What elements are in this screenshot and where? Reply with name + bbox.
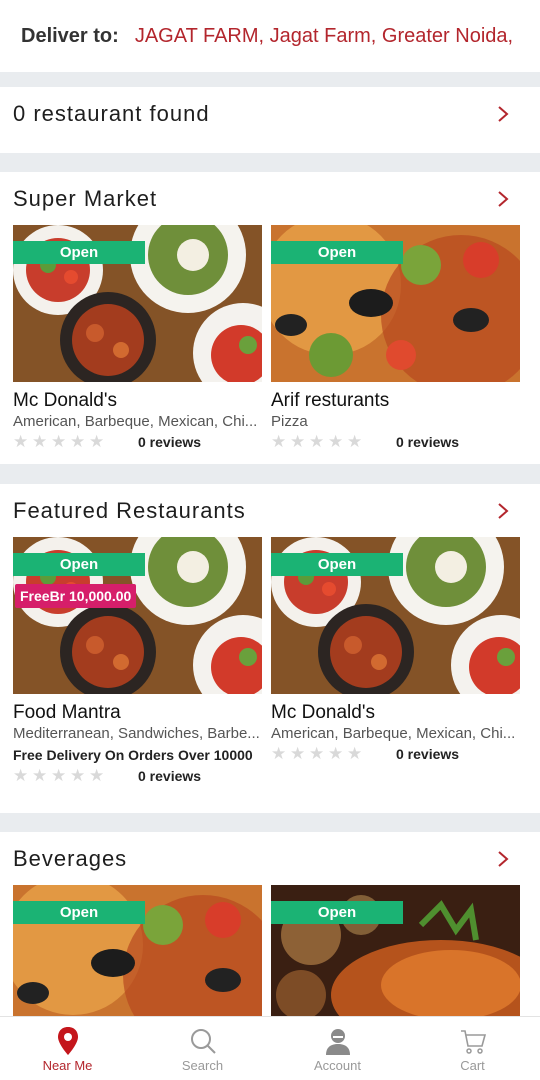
rating-row: ★ ★ ★ ★ ★ 0 reviews [13,767,262,785]
open-badge: Open [13,553,145,576]
section-title: Beverages [13,846,128,871]
restaurant-card[interactable]: Open [13,885,262,1016]
nav-account[interactable]: Account [270,1017,405,1080]
star-icon: ★ [51,766,67,785]
restaurant-image: Open FreeBr 10,000.00 [13,537,262,694]
restaurant-cuisine: Mediterranean, Sandwiches, Barbe... [13,725,260,742]
open-badge: Open [13,901,145,924]
section-featured-restaurants: Featured Restaurants Open FreeBr 10,000.… [0,484,540,813]
review-count: 0 reviews [138,768,202,784]
restaurant-image: Open [271,885,520,1016]
star-icon: ★ [309,744,325,763]
review-count: 0 reviews [396,434,460,450]
star-icon: ★ [32,432,48,451]
star-icon: ★ [328,432,344,451]
star-icon: ★ [32,766,48,785]
restaurant-image: Open [271,537,520,694]
review-count: 0 reviews [138,434,202,450]
nav-label: Near Me [42,1058,93,1073]
restaurant-name: Arif resturants [271,390,390,411]
star-rating: ★ ★ ★ ★ ★ [271,433,396,451]
star-icon: ★ [290,744,306,763]
section-super-market: Super Market Open Mc Donald's American, … [0,172,540,464]
restaurant-name: Mc Donald's [271,702,375,723]
star-icon: ★ [89,766,105,785]
star-icon: ★ [271,744,287,763]
section-header[interactable]: Beverages [0,832,540,886]
chevron-right-icon[interactable] [496,501,510,521]
restaurants-found-row[interactable]: 0 restaurant found [0,87,540,153]
nav-near-me[interactable]: Near Me [0,1017,135,1080]
cart-icon [460,1030,486,1054]
nav-label: Search [181,1058,224,1073]
nav-search[interactable]: Search [135,1017,270,1080]
free-delivery-badge: FreeBr 10,000.00 [15,584,137,608]
star-icon: ★ [347,744,363,763]
nav-label: Cart [460,1058,485,1073]
review-count: 0 reviews [396,746,460,762]
restaurant-image: Open [271,225,520,382]
chevron-right-icon[interactable] [496,849,510,869]
star-icon: ★ [271,432,287,451]
star-icon: ★ [309,432,325,451]
restaurant-card[interactable]: Open Arif resturants Pizza ★ ★ ★ ★ ★ 0 revie… [271,225,520,451]
star-icon: ★ [13,432,29,451]
restaurant-card[interactable]: Open Mc Donald's American, Barbeque, Mex… [13,225,262,451]
delivery-offer: Free Delivery On Orders Over 10000 [13,747,253,763]
location-pin-icon [57,1027,78,1055]
star-icon: ★ [89,432,105,451]
star-rating: ★ ★ ★ ★ ★ [271,745,396,763]
open-badge: Open [271,901,403,924]
section-header[interactable]: Super Market [0,172,540,226]
rating-row: ★ ★ ★ ★ ★ 0 reviews [271,433,520,451]
open-badge: Open [271,553,403,576]
restaurant-image: Open [13,225,262,382]
delivery-address[interactable]: JAGAT FARM, Jagat Farm, Greater Noida, [135,25,513,48]
star-icon: ★ [51,432,67,451]
chevron-right-icon[interactable] [496,104,510,124]
restaurant-cuisine: American, Barbeque, Mexican, Chi... [271,725,516,742]
restaurant-card[interactable]: Open Mc Donald's American, Barbeque, Mex… [271,537,520,785]
section-title: Super Market [13,186,158,211]
rating-row: ★ ★ ★ ★ ★ 0 reviews [13,433,262,451]
star-icon: ★ [328,744,344,763]
search-icon [190,1029,216,1054]
nav-label: Account [314,1058,361,1073]
section-title: Featured Restaurants [13,498,246,523]
star-rating: ★ ★ ★ ★ ★ [13,433,138,451]
nav-cart[interactable]: Cart [405,1017,540,1080]
restaurant-card[interactable]: Open [271,885,520,1016]
chevron-right-icon[interactable] [496,189,510,209]
open-badge: Open [13,241,145,264]
user-icon [325,1029,350,1055]
deliver-to-label: Deliver to: [21,24,119,47]
star-rating: ★ ★ ★ ★ ★ [13,767,138,785]
restaurant-cuisine: Pizza [271,413,308,430]
restaurant-card[interactable]: Open FreeBr 10,000.00 Food Mantra Medite… [13,537,262,785]
star-icon: ★ [13,766,29,785]
star-icon: ★ [347,432,363,451]
delivery-bar[interactable]: Deliver to: JAGAT FARM, Jagat Farm, Grea… [0,0,540,72]
section-beverages: Beverages Open Open [0,832,540,1016]
restaurant-name: Food Mantra [13,702,121,723]
restaurant-name: Mc Donald's [13,390,117,411]
star-icon: ★ [70,766,86,785]
star-icon: ★ [70,432,86,451]
restaurant-image: Open [13,885,262,1016]
star-icon: ★ [290,432,306,451]
app-screen: Deliver to: JAGAT FARM, Jagat Farm, Grea… [0,0,540,1080]
section-header[interactable]: Featured Restaurants [0,484,540,538]
restaurants-found-text: 0 restaurant found [13,101,210,126]
rating-row: ★ ★ ★ ★ ★ 0 reviews [271,745,520,763]
open-badge: Open [271,241,403,264]
restaurant-cuisine: American, Barbeque, Mexican, Chi... [13,413,258,430]
bottom-navigation: Near Me Search Account Cart [0,1016,540,1080]
